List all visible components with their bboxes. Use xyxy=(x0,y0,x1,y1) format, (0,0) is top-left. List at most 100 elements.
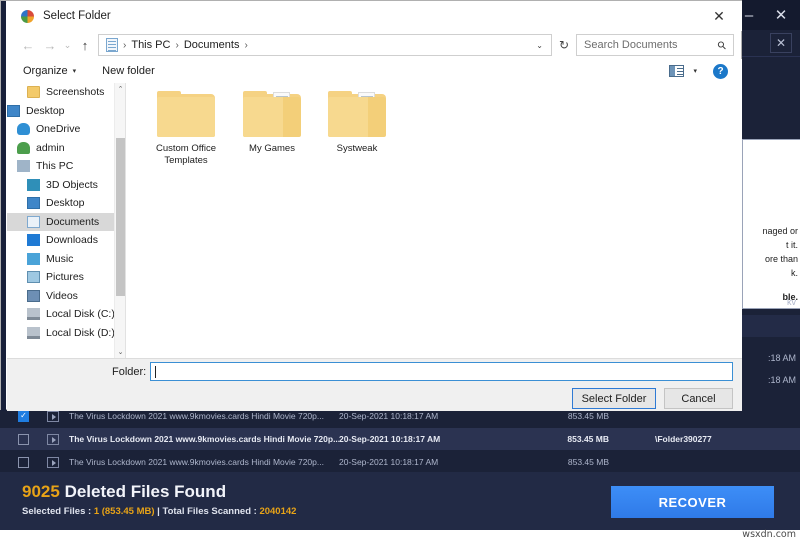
recover-button[interactable]: RECOVER xyxy=(611,486,774,518)
sidebar-item-label: Pictures xyxy=(46,271,84,284)
right-fragment-2: :18 AM xyxy=(767,353,796,363)
list-item[interactable]: My Games xyxy=(224,91,320,155)
videos-icon xyxy=(27,289,40,302)
dialog-title: Select Folder xyxy=(43,10,111,22)
video-file-icon xyxy=(47,456,59,468)
back-icon[interactable]: ← xyxy=(17,34,39,56)
selected-files-value: 1 (853.45 MB) xyxy=(93,506,155,517)
sidebar-item-videos[interactable]: Videos xyxy=(7,287,125,306)
folder-icon xyxy=(243,91,301,137)
sidebar-item-music[interactable]: Music xyxy=(7,250,125,269)
sidebar-item-label: Desktop xyxy=(26,104,65,117)
file-date: 20-Sep-2021 10:18:17 AM xyxy=(339,457,439,467)
right-fragment-1: kv xyxy=(787,297,796,307)
breadcrumb[interactable]: › This PC › Documents › ⌄ xyxy=(98,34,552,56)
deleted-files-count: 9025 xyxy=(22,482,60,501)
sidebar-item-3d-objects[interactable]: 3D Objects xyxy=(7,176,125,195)
row-checkbox[interactable]: ✓ xyxy=(18,410,29,422)
info-popup-fragment: naged or t it. ore than k. ble. xyxy=(742,139,800,309)
text-caret xyxy=(155,365,156,378)
close-icon[interactable]: ✕ xyxy=(768,4,794,26)
monitor-icon xyxy=(27,197,40,210)
folder-input[interactable] xyxy=(150,362,733,381)
row-checkbox[interactable] xyxy=(18,433,29,445)
chevron-down-icon: ▾ xyxy=(72,68,77,75)
table-row[interactable]: The Virus Lockdown 2021 www.9kmovies.car… xyxy=(0,428,800,450)
app-logo-icon xyxy=(21,9,34,23)
dialog-left-edge xyxy=(1,1,6,411)
sidebar-item-label: Local Disk (C:) xyxy=(46,308,115,321)
select-folder-dialog: Select Folder ✕ ← → ⌄ ↑ › This PC › Docu… xyxy=(0,0,742,411)
file-name: The Virus Lockdown 2021 www.9kmovies.car… xyxy=(69,434,339,444)
file-list: ✓ The Virus Lockdown 2021 www.9kmovies.c… xyxy=(0,405,800,473)
sidebar-item-label: Documents xyxy=(46,215,100,228)
crumb-separator: › xyxy=(175,39,179,51)
select-folder-button[interactable]: Select Folder xyxy=(572,388,656,409)
selected-files-label: Selected Files : xyxy=(22,506,94,517)
help-icon[interactable]: ? xyxy=(713,63,728,79)
sidebar-item-label: Videos xyxy=(46,289,78,302)
sidebar-item-documents[interactable]: Documents xyxy=(7,212,125,231)
video-file-icon xyxy=(47,410,59,422)
sidebar-item-local-disk-d[interactable]: Local Disk (D:) xyxy=(7,324,125,343)
chevron-down-icon[interactable]: ▾ xyxy=(693,67,697,75)
sidebar-item-label: This PC xyxy=(36,160,74,173)
music-icon xyxy=(27,252,40,265)
pictures-icon xyxy=(27,271,40,284)
navigation-bar: ← → ⌄ ↑ › This PC › Documents › ⌄ ↻ Sear… xyxy=(7,31,742,59)
user-icon xyxy=(17,141,30,154)
screen: – ✕ ✕ naged or t it. ore than k. ble. kv… xyxy=(0,0,800,543)
sidebar-item-local-disk-c[interactable]: Local Disk (C:) xyxy=(7,305,125,324)
list-item[interactable]: Custom Office Templates xyxy=(138,91,234,167)
sidebar-item-label: Downloads xyxy=(46,234,98,247)
crumb-separator: › xyxy=(123,39,127,51)
watermark-strip xyxy=(0,530,800,543)
change-view-icon[interactable] xyxy=(669,65,685,77)
tab-close-icon[interactable]: ✕ xyxy=(770,33,792,53)
sidebar-item-pictures[interactable]: Pictures xyxy=(7,268,125,287)
scanned-files-value: 2040142 xyxy=(259,506,297,517)
sidebar-item-desktop[interactable]: Desktop xyxy=(7,102,125,121)
popup-line-4: k. xyxy=(790,268,798,278)
popup-line-2: t it. xyxy=(785,240,798,250)
sidebar-item-desktop-pc[interactable]: Desktop xyxy=(7,194,125,213)
sidebar-item-admin[interactable]: admin xyxy=(7,139,125,158)
search-input[interactable]: Search Documents ⚲ xyxy=(576,34,734,56)
deleted-files-label: Deleted Files Found xyxy=(64,482,227,501)
file-name: The Virus Lockdown 2021 www.9kmovies.car… xyxy=(69,411,324,421)
sidebar-item-label: Desktop xyxy=(46,197,85,210)
new-folder-label: New folder xyxy=(102,65,155,77)
breadcrumb-this-pc[interactable]: This PC xyxy=(131,39,170,51)
refresh-icon[interactable]: ↻ xyxy=(552,34,576,56)
search-placeholder: Search Documents xyxy=(584,39,678,51)
new-folder-button[interactable]: New folder xyxy=(102,65,155,77)
computer-icon xyxy=(17,160,30,173)
list-item[interactable]: Systweak xyxy=(309,91,405,155)
right-fragment-3: :18 AM xyxy=(767,375,796,385)
row-checkbox[interactable] xyxy=(18,456,29,468)
folder-icon xyxy=(27,86,40,99)
dialog-close-icon[interactable]: ✕ xyxy=(709,7,729,25)
crumb-separator: › xyxy=(244,39,248,51)
breadcrumb-documents[interactable]: Documents xyxy=(184,39,240,51)
chevron-down-icon[interactable]: ⌄ xyxy=(536,41,543,50)
selection-summary: Selected Files : 1 (853.45 MB) | Total F… xyxy=(22,506,296,517)
up-icon[interactable]: ↑ xyxy=(74,34,96,56)
recent-locations-icon[interactable]: ⌄ xyxy=(61,34,74,56)
file-date: 20-Sep-2021 10:18:17 AM xyxy=(339,434,441,444)
scrollbar-thumb[interactable] xyxy=(116,138,125,296)
sidebar-item-label: Screenshots xyxy=(46,86,105,99)
watermark: wsxdn.com xyxy=(742,529,796,540)
table-row[interactable]: The Virus Lockdown 2021 www.9kmovies.car… xyxy=(0,451,800,473)
sidebar-item-onedrive[interactable]: OneDrive xyxy=(7,120,125,139)
sidebar-item-downloads[interactable]: Downloads xyxy=(7,231,125,250)
cancel-button[interactable]: Cancel xyxy=(664,388,733,409)
sidebar-item-screenshots[interactable]: Screenshots xyxy=(7,83,125,102)
sidebar-item-label: admin xyxy=(36,141,65,154)
monitor-icon xyxy=(7,104,20,117)
forward-icon[interactable]: → xyxy=(39,34,61,56)
organize-button[interactable]: Organize ▾ xyxy=(23,65,76,77)
sidebar-item-this-pc[interactable]: This PC xyxy=(7,157,125,176)
folder-name: Custom Office Templates xyxy=(155,143,216,166)
file-size: 853.45 MB xyxy=(567,457,609,467)
